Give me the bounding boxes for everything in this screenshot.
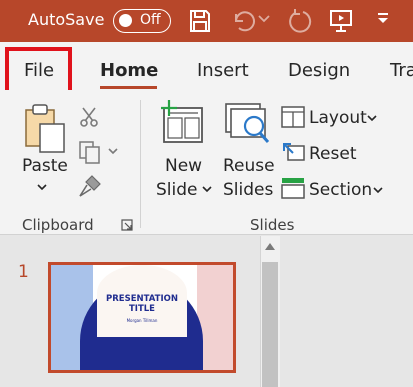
- scroll-up-arrow-icon[interactable]: [265, 243, 275, 250]
- section-icon[interactable]: [281, 177, 305, 199]
- section-label[interactable]: Section: [309, 180, 372, 200]
- slide-thumbnail[interactable]: PRESENTATION TITLE Morgan Tillman: [48, 262, 236, 373]
- paintbrush-icon[interactable]: [78, 174, 102, 198]
- thumbnail-title-line2: TITLE: [129, 304, 155, 314]
- autosave-state: Off: [140, 12, 161, 28]
- layout-icon[interactable]: [281, 106, 305, 128]
- section-dropdown-icon[interactable]: [373, 187, 383, 195]
- reset-label[interactable]: Reset: [309, 144, 357, 164]
- ribbon-body: Paste Clipboard New Slide Reuse Slides L…: [0, 90, 413, 235]
- save-icon[interactable]: [188, 8, 212, 34]
- thumbnail-subtitle: Morgan Tillman: [126, 318, 158, 323]
- paste-dropdown-icon[interactable]: [37, 184, 47, 192]
- layout-label[interactable]: Layout: [309, 108, 367, 128]
- customize-toolbar-icon[interactable]: [376, 12, 390, 38]
- title-bar: AutoSave Off: [0, 0, 413, 42]
- reuse-slides-label-line2[interactable]: Slides: [223, 178, 273, 202]
- reuse-slides-label-line1[interactable]: Reuse: [223, 154, 275, 178]
- new-slide-label-line1[interactable]: New: [165, 154, 202, 178]
- reset-icon[interactable]: [281, 141, 305, 163]
- new-slide-icon[interactable]: [158, 100, 206, 146]
- redo-icon[interactable]: [286, 8, 312, 34]
- paste-label[interactable]: Paste: [22, 154, 68, 178]
- new-slide-dropdown-icon[interactable]: [202, 186, 212, 194]
- undo-dropdown-icon[interactable]: [258, 14, 270, 40]
- present-icon[interactable]: [328, 8, 354, 34]
- new-slide-label-line2[interactable]: Slide: [156, 178, 198, 202]
- scrollbar-thumb[interactable]: [262, 262, 278, 387]
- autosave-toggle[interactable]: Off: [113, 9, 171, 33]
- active-tab-underline: [100, 86, 157, 89]
- tab-home[interactable]: Home: [100, 60, 158, 81]
- thumbnail-title-line1: PRESENTATION: [106, 294, 178, 304]
- dialog-launcher-icon[interactable]: [121, 219, 133, 231]
- autosave-label: AutoSave: [28, 10, 105, 29]
- copy-dropdown-icon[interactable]: [108, 148, 118, 156]
- toggle-knob: [119, 14, 132, 27]
- clipboard-group-label: Clipboard: [22, 216, 94, 234]
- group-separator: [140, 100, 141, 228]
- tab-insert[interactable]: Insert: [197, 60, 249, 81]
- slides-group-label: Slides: [250, 216, 295, 234]
- undo-icon[interactable]: [230, 8, 256, 34]
- slide-number: 1: [18, 262, 29, 282]
- file-tab-highlight: [5, 47, 72, 94]
- tab-design[interactable]: Design: [288, 60, 350, 81]
- scissors-icon[interactable]: [78, 106, 100, 128]
- layout-dropdown-icon[interactable]: [367, 115, 377, 123]
- copy-icon[interactable]: [78, 140, 102, 164]
- paste-icon[interactable]: [24, 102, 70, 154]
- reuse-slides-icon[interactable]: [224, 102, 272, 150]
- tab-transitions[interactable]: Tra: [390, 60, 413, 81]
